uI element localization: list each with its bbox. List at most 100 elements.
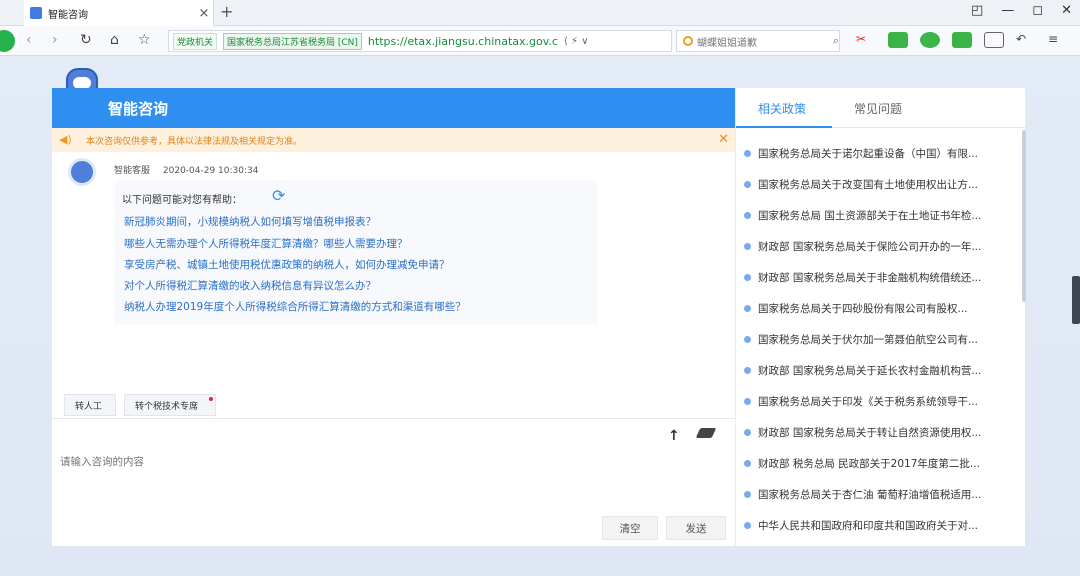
bullet-icon	[744, 491, 751, 498]
speaker-icon: ◀)	[59, 133, 72, 146]
forward-button[interactable]: ›	[52, 32, 58, 48]
policy-title: 国家税务总局关于诺尔起重设备（中国）有限...	[758, 148, 979, 160]
tab-related-policies[interactable]: 相关政策	[758, 100, 806, 117]
search-suggestion[interactable]: 蝴蝶姐姐道歉	[697, 34, 829, 49]
favicon-icon	[30, 7, 42, 19]
policy-scrollbar[interactable]	[1022, 130, 1026, 302]
bookmark-star-icon[interactable]: ☆	[138, 32, 151, 48]
policy-title: 国家税务总局关于伏尔加一第聂伯航空公司有...	[758, 334, 979, 346]
bullet-icon	[744, 305, 751, 312]
shield-icon[interactable]	[920, 32, 940, 48]
policy-title: 国家税务总局关于印发《关于税务系统领导干...	[758, 396, 979, 408]
side-tabs: 相关政策 常见问题	[736, 88, 1026, 128]
bot-message-bubble: 以下问题可能对您有帮助： ⟳ 新冠肺炎期间，小规模纳税人如何填写增值税申报表？ …	[114, 180, 598, 325]
policy-item[interactable]: 国家税务总局关于杏仁油 葡萄籽油增值税适用...	[744, 487, 1016, 502]
upload-arrow-icon[interactable]: ↑	[668, 428, 680, 444]
address-bar[interactable]: 党政机关 国家税务总局江苏省税务局 [CN] https://etax.jian…	[168, 30, 672, 52]
new-tab-button[interactable]: +	[220, 2, 233, 21]
chat-header: 智能咨询	[52, 88, 735, 128]
notice-close-icon[interactable]: ✕	[718, 132, 729, 147]
tax-expert-button[interactable]: 转个税技术专席	[124, 394, 216, 416]
bubble-intro: 以下问题可能对您有帮助：	[122, 195, 242, 206]
policy-item[interactable]: 国家税务总局关于诺尔起重设备（中国）有限...	[744, 146, 1016, 161]
clear-button[interactable]: 清空	[602, 516, 658, 540]
gov-badge: 党政机关	[173, 32, 218, 50]
bullet-icon	[744, 150, 751, 157]
refresh-button[interactable]: ↻	[80, 32, 92, 48]
close-window-button[interactable]: ✕	[1061, 3, 1072, 18]
bot-name: 智能客服	[114, 166, 151, 176]
home-button[interactable]: ⌂	[110, 32, 119, 48]
suggested-question[interactable]: 哪些人无需办理个人所得税年度汇算清缴？哪些人需要办理？	[124, 236, 408, 251]
policy-item[interactable]: 财政部 国家税务总局关于转让自然资源使用权...	[744, 425, 1016, 440]
bullet-icon	[744, 460, 751, 467]
policy-title: 中华人民共和国政府和印度共和国政府关于对...	[758, 520, 979, 532]
suggested-question[interactable]: 享受房产税、城镇土地使用税优惠政策的纳税人，如何办理减免申请？	[124, 257, 450, 272]
policy-item[interactable]: 国家税务总局关于印发《关于税务系统领导干...	[744, 394, 1016, 409]
policy-item[interactable]: 财政部 国家税务总局关于延长农村金融机构营...	[744, 363, 1016, 378]
side-edge-handle[interactable]	[1072, 276, 1080, 324]
policy-title: 国家税务总局关于改变国有土地使用权出让方...	[758, 179, 979, 191]
policy-item[interactable]: 国家税务总局 国土资源部关于在土地证书年检...	[744, 208, 1016, 223]
policy-item[interactable]: 国家税务总局关于改变国有土地使用权出让方...	[744, 177, 1016, 192]
url-text[interactable]: https://etax.jiangsu.chinatax.gov.cn	[368, 35, 558, 48]
browser-logo-icon[interactable]	[0, 27, 18, 55]
url-tools[interactable]: ⟨ ⚡ ∨	[564, 36, 589, 47]
policy-item[interactable]: 国家税务总局关于四砂股份有限公司有股权...	[744, 301, 1016, 316]
toolbar-icons: ✂ ↶ ≡	[856, 32, 1068, 48]
policy-title: 财政部 国家税务总局关于保险公司开办的一年...	[758, 241, 982, 253]
navigation-bar: ‹ › ↻ ⌂ ☆ 党政机关 国家税务总局江苏省税务局 [CN] https:/…	[0, 26, 1080, 56]
maximize-button[interactable]: ◻	[1032, 3, 1043, 18]
restore-icon[interactable]: ◰	[971, 3, 983, 18]
eraser-icon[interactable]	[695, 428, 717, 438]
tab-faq[interactable]: 常见问题	[854, 100, 902, 117]
notice-text: 本次咨询仅供参考，具体以法律法规及相关规定为准。	[86, 137, 303, 147]
chat-panel: 智能咨询 ◀) 本次咨询仅供参考，具体以法律法规及相关规定为准。 ✕ 智能客服 …	[52, 88, 735, 546]
bullet-icon	[744, 181, 751, 188]
window-controls: ◰ — ◻ ✕	[971, 3, 1072, 18]
policy-item[interactable]: 财政部 税务总局 民政部关于2017年度第二批...	[744, 456, 1016, 471]
minimize-button[interactable]: —	[1001, 3, 1014, 18]
cert-badge: 国家税务总局江苏省税务局 [CN]	[223, 32, 362, 50]
search-engine-icon	[683, 36, 693, 46]
bullet-icon	[744, 243, 751, 250]
policy-title: 国家税务总局关于四砂股份有限公司有股权...	[758, 303, 968, 315]
tab-bar: 智能咨询 × + ◰ — ◻ ✕	[0, 0, 1080, 26]
scissors-icon[interactable]: ✂	[856, 32, 876, 48]
menu-icon[interactable]: ≡	[1048, 32, 1068, 48]
message-meta: 智能客服 2020-04-29 10:30:34	[114, 163, 268, 176]
undo-icon[interactable]: ↶	[1016, 32, 1036, 48]
send-button[interactable]: 发送	[666, 516, 726, 540]
search-icon[interactable]: ⌕	[833, 34, 839, 48]
search-box[interactable]: 蝴蝶姐姐道歉 ⌕	[676, 30, 840, 52]
policy-title: 财政部 国家税务总局关于转让自然资源使用权...	[758, 427, 982, 439]
message-input[interactable]	[60, 456, 720, 468]
policy-item[interactable]: 中华人民共和国政府和印度共和国政府关于对...	[744, 518, 1016, 533]
message-timestamp: 2020-04-29 10:30:34	[162, 166, 259, 176]
bullet-icon	[744, 429, 751, 436]
bot-avatar	[68, 158, 96, 186]
bullet-icon	[744, 274, 751, 281]
refresh-icon[interactable]: ⟳	[272, 186, 285, 205]
policy-title: 财政部 税务总局 民政部关于2017年度第二批...	[758, 458, 980, 470]
translate-icon[interactable]	[888, 32, 908, 48]
active-tab-indicator	[736, 126, 832, 128]
game-icon[interactable]	[952, 32, 972, 48]
policy-title: 国家税务总局关于杏仁油 葡萄籽油增值税适用...	[758, 489, 982, 501]
transfer-human-button[interactable]: 转人工	[64, 394, 116, 416]
policy-title: 财政部 国家税务总局关于非金融机构统借统还...	[758, 272, 982, 284]
policy-title: 国家税务总局 国土资源部关于在土地证书年检...	[758, 210, 982, 222]
bullet-icon	[744, 522, 751, 529]
back-button[interactable]: ‹	[26, 32, 32, 48]
policy-item[interactable]: 国家税务总局关于伏尔加一第聂伯航空公司有...	[744, 332, 1016, 347]
suggested-question[interactable]: 新冠肺炎期间，小规模纳税人如何填写增值税申报表？	[124, 214, 376, 229]
policy-item[interactable]: 财政部 国家税务总局关于非金融机构统借统还...	[744, 270, 1016, 285]
tab-close-icon[interactable]: ×	[195, 6, 213, 21]
bullet-icon	[744, 212, 751, 219]
policy-item[interactable]: 财政部 国家税务总局关于保险公司开办的一年...	[744, 239, 1016, 254]
browser-tab[interactable]: 智能咨询 ×	[24, 0, 214, 26]
suggested-question[interactable]: 对个人所得税汇算清缴的收入纳税信息有异议怎么办？	[124, 278, 376, 293]
suggested-question[interactable]: 纳税人办理2019年度个人所得税综合所得汇算清缴的方式和渠道有哪些？	[124, 299, 466, 314]
chat-title: 智能咨询	[108, 100, 169, 118]
apps-grid-icon[interactable]	[984, 32, 1004, 48]
